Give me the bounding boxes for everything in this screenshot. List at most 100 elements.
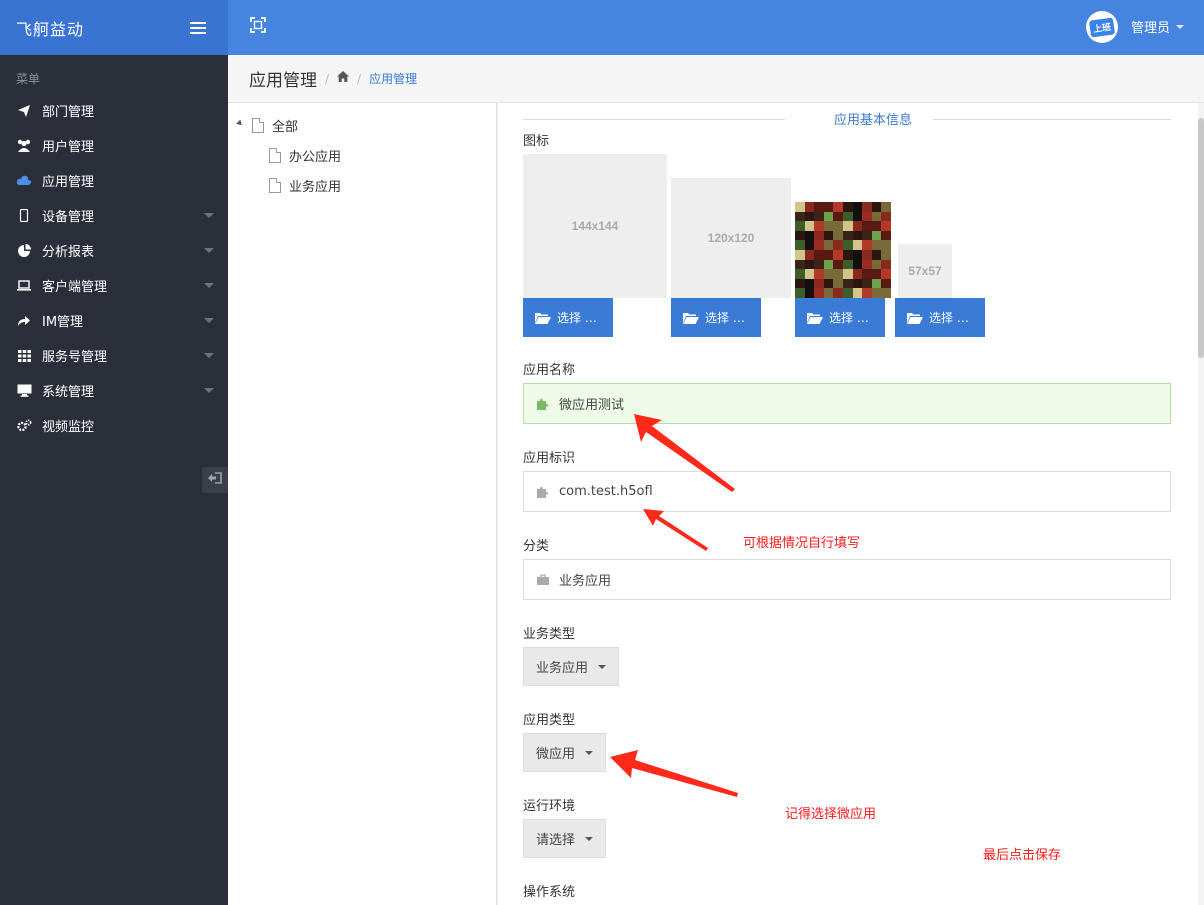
sidebar-item-clients[interactable]: 客户端管理 (0, 268, 228, 303)
scrollbar-thumb[interactable] (1198, 118, 1204, 358)
chevron-down-icon (585, 836, 594, 841)
sidebar-item-reports[interactable]: 分析报表 (0, 233, 228, 268)
sidebar-collapse-button[interactable] (202, 467, 228, 493)
sidebar-item-label: 应用管理 (42, 175, 95, 190)
mobile-icon (16, 209, 32, 223)
home-icon[interactable] (337, 71, 350, 86)
os-label: 操作系统 (523, 885, 576, 900)
choose-icon-button[interactable]: 选择 … (671, 298, 761, 337)
app-name-field[interactable]: 微应用测试 (523, 383, 1171, 424)
chevron-down-icon (1176, 24, 1185, 29)
pie-chart-icon (16, 244, 32, 258)
app-icon-image (795, 202, 891, 298)
sidebar-item-label: 客户端管理 (42, 280, 108, 295)
username: 管理员 (1131, 21, 1171, 36)
puzzle-icon (537, 398, 548, 410)
avatar-label: 上班 (1088, 16, 1116, 38)
app-type-select[interactable]: 微应用 (523, 733, 607, 772)
category-label: 分类 (523, 539, 550, 554)
gears-icon (16, 419, 32, 433)
tree-node-business[interactable]: 业务应用 (269, 176, 341, 195)
choose-icon-button[interactable]: 选择 … (523, 298, 613, 337)
chevron-down-icon (204, 213, 214, 218)
section-title: 应用基本信息 (833, 113, 912, 128)
sidebar-item-label: IM管理 (42, 315, 84, 330)
top-header: 上班 管理员 (228, 0, 1204, 55)
icon-placeholder-57: 57x57 (898, 244, 952, 298)
folder-open-icon (807, 312, 823, 324)
runtime-label: 运行环境 (523, 799, 576, 814)
sidebar-item-service-accounts[interactable]: 服务号管理 (0, 338, 228, 373)
breadcrumb-separator: / (325, 71, 330, 86)
sidebar-item-im[interactable]: IM管理 (0, 303, 228, 338)
chevron-down-icon (204, 318, 214, 323)
category-field[interactable]: 业务应用 (523, 559, 1171, 600)
tree-node-root[interactable]: 全部 (252, 116, 298, 135)
folder-open-icon (683, 312, 699, 324)
sidebar-item-label: 系统管理 (42, 385, 95, 400)
sidebar-item-label: 部门管理 (42, 105, 95, 120)
sidebar-item-users[interactable]: 用户管理 (0, 128, 228, 163)
sidebar-item-label: 视频监控 (42, 420, 95, 435)
biz-type-select[interactable]: 业务应用 (523, 647, 620, 686)
file-icon (269, 148, 281, 163)
tree-node-label: 业务应用 (289, 180, 342, 195)
sidebar-item-apps[interactable]: 应用管理 (0, 163, 228, 198)
tree-expand-icon[interactable] (236, 119, 244, 128)
desktop-icon (16, 384, 32, 398)
menu-toggle-icon[interactable] (190, 21, 206, 34)
icon-placeholder-120: 120x120 (671, 178, 791, 298)
user-menu[interactable]: 管理员 (1131, 17, 1185, 36)
sidebar-item-label: 服务号管理 (42, 350, 108, 365)
laptop-icon (16, 279, 32, 293)
brand-bar: 飞舸益动 (0, 0, 228, 55)
briefcase-icon (537, 573, 549, 585)
sidebar-item-video[interactable]: 视频监控 (0, 408, 228, 443)
sidebar-item-label: 设备管理 (42, 210, 95, 225)
chevron-down-icon (598, 664, 607, 669)
menu-heading: 菜单 (16, 72, 41, 86)
app-title: 飞舸益动 (16, 19, 85, 39)
scrollbar[interactable] (1198, 103, 1204, 905)
annotation-fill-note: 可根据情况自行填写 (743, 536, 861, 551)
chevron-down-icon (204, 388, 214, 393)
sidebar-item-label: 用户管理 (42, 140, 95, 155)
choose-icon-button[interactable]: 选择 … (895, 298, 985, 337)
page-title: 应用管理 (249, 71, 317, 91)
breadcrumb: 应用管理 / / 应用管理 (228, 55, 1204, 103)
icon-placeholder-144: 144x144 (523, 154, 667, 298)
runtime-select[interactable]: 请选择 (523, 819, 607, 858)
tree-node-label: 全部 (272, 120, 299, 135)
app-type-label: 应用类型 (523, 713, 576, 728)
sidebar-item-system[interactable]: 系统管理 (0, 373, 228, 408)
annotation-save-note: 最后点击保存 (983, 848, 1062, 863)
icon-label: 图标 (523, 134, 550, 149)
tree-node-label: 办公应用 (289, 150, 342, 165)
app-id-field[interactable]: com.test.h5ofl (523, 471, 1171, 512)
folder-open-icon (907, 312, 923, 324)
users-icon (16, 139, 32, 153)
category-tree: 全部 办公应用 业务应用 (228, 103, 497, 905)
sidebar-item-department[interactable]: 部门管理 (0, 93, 228, 128)
breadcrumb-separator: / (357, 71, 362, 86)
share-icon (16, 314, 32, 328)
sidebar-item-label: 分析报表 (42, 245, 95, 260)
app-id-label: 应用标识 (523, 451, 576, 466)
annotation-choose-note: 记得选择微应用 (785, 807, 877, 822)
breadcrumb-current[interactable]: 应用管理 (369, 70, 417, 87)
section-legend: 应用基本信息 (523, 109, 1171, 128)
cloud-icon (16, 174, 32, 188)
sidebar-item-devices[interactable]: 设备管理 (0, 198, 228, 233)
puzzle-icon (537, 486, 548, 498)
sidebar: 飞舸益动 菜单 部门管理 用户管理 应用管理 设备管理 分析报表 客户端管理 I… (0, 0, 228, 905)
choose-icon-button[interactable]: 选择 … (795, 298, 885, 337)
app-name-label: 应用名称 (523, 363, 576, 378)
app-form: 应用基本信息 图标 144x144 120x120 57x57 选择 … 选择 … (498, 103, 1198, 905)
chevron-down-icon (204, 248, 214, 253)
sign-out-icon (208, 472, 222, 488)
avatar[interactable]: 上班 (1086, 11, 1118, 43)
tree-node-office[interactable]: 办公应用 (269, 146, 341, 165)
file-icon (252, 118, 264, 133)
fullscreen-icon[interactable] (250, 17, 266, 33)
chevron-down-icon (204, 283, 214, 288)
